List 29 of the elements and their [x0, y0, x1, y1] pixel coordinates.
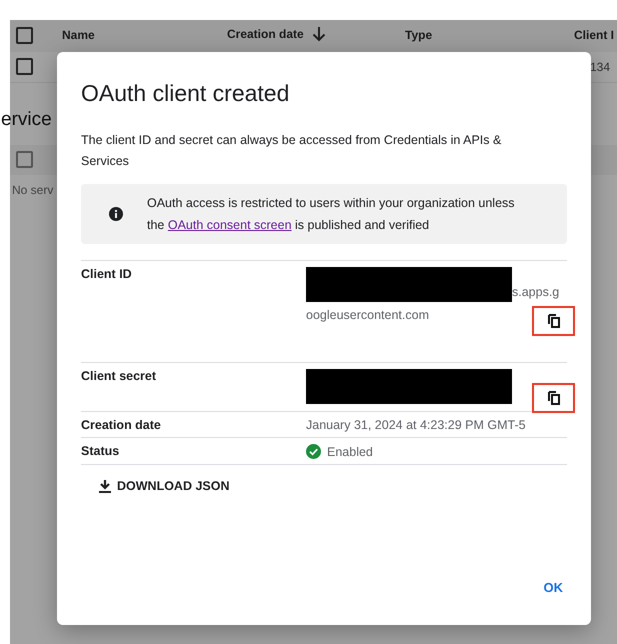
empty-message: No serv: [12, 183, 54, 197]
column-header[interactable]: Type: [405, 28, 432, 42]
field-label: Client ID: [81, 267, 133, 283]
field-label: Status: [81, 444, 120, 459]
field-value: oogleusercontent.com: [306, 308, 429, 322]
checkbox[interactable]: [16, 151, 33, 168]
copy-icon: [548, 314, 560, 328]
info-icon: [109, 207, 123, 221]
field-value: s.apps.g: [512, 285, 560, 299]
field-label: Creation date: [81, 418, 162, 432]
download-icon: [99, 480, 111, 492]
copy-button[interactable]: [532, 383, 575, 413]
column-header[interactable]: Creation date: [227, 26, 326, 42]
column-header[interactable]: Name: [62, 28, 95, 42]
copy-icon: [548, 391, 560, 405]
notice-text: OAuth access is restricted to users within your organization unless the OAuth consent screen is published and verified: [147, 195, 516, 234]
field-label: Client secret: [81, 369, 158, 385]
copy-button[interactable]: [532, 306, 575, 336]
field-value: January 31, 2024 at 4:23:29 PM GMT-5: [306, 418, 527, 432]
checkbox[interactable]: [16, 58, 33, 75]
table-cell: 134: [590, 60, 610, 74]
status-value: Enabled: [327, 444, 373, 458]
select-all-checkbox[interactable]: [16, 27, 33, 44]
download-json-button[interactable]: DOWNLOAD JSON: [95, 475, 234, 497]
column-header[interactable]: Client I: [574, 28, 614, 42]
ok-button[interactable]: OK: [544, 576, 563, 599]
dialog-title: OAuth client created: [81, 79, 290, 108]
consent-screen-link[interactable]: OAuth consent screen: [168, 218, 292, 232]
dialog-description: The client ID and secret can always be accessed from Credentials in APIs & Services: [81, 132, 502, 170]
